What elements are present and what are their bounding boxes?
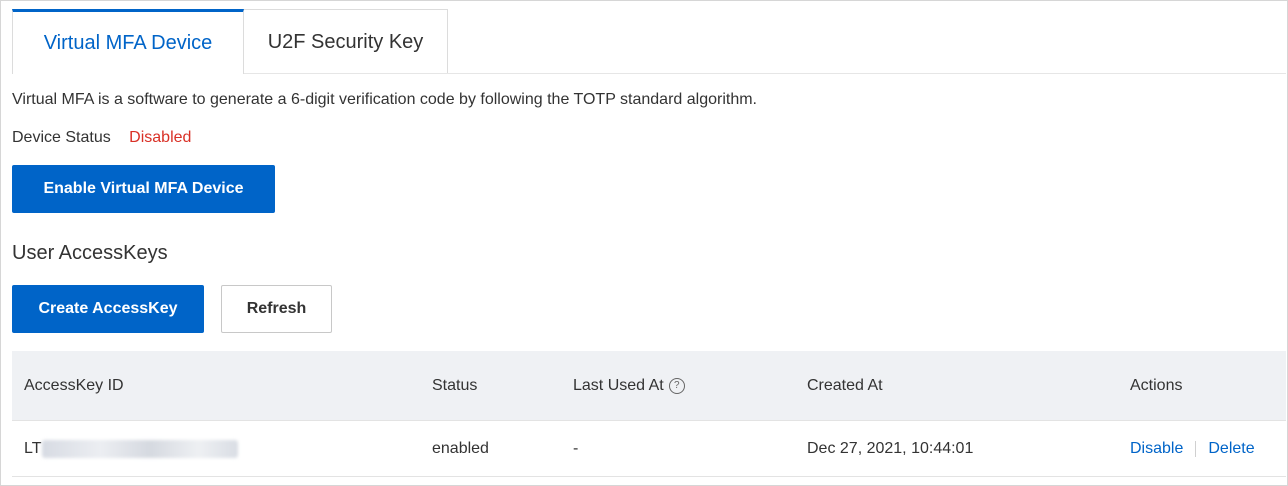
user-accesskeys-title: User AccessKeys [12,242,168,264]
accesskey-id-redacted [42,439,239,458]
actions-separator [1195,440,1197,457]
column-header-actions: Actions [1130,376,1183,394]
column-header-last-used-at: Last Used At ? [573,351,685,420]
column-header-created-at: Created At [807,376,883,394]
table-row: LT enabled - Dec 27, 2021, 10:44:01 Disa… [12,421,1286,477]
device-status-row: Device Status Disabled [12,129,191,147]
column-header-status: Status [432,376,478,394]
column-header-accesskey-id: AccessKey ID [24,376,124,394]
create-accesskey-button[interactable]: Create AccessKey [12,285,204,333]
mfa-description: Virtual MFA is a software to generate a … [12,91,757,108]
tab-virtual-mfa-device[interactable]: Virtual MFA Device [12,9,244,74]
accesskey-id-cell: LT [24,421,239,476]
disable-accesskey-link[interactable]: Disable [1130,440,1183,458]
accesskey-id-prefix: LT [24,439,42,457]
device-status-value: Disabled [129,129,192,146]
accesskey-status-cell: enabled [432,439,489,457]
enable-virtual-mfa-button[interactable]: Enable Virtual MFA Device [12,165,275,213]
column-header-last-used-label: Last Used At [573,376,664,394]
accesskeys-table: AccessKey ID Status Last Used At ? Creat… [12,351,1286,477]
question-circle-icon[interactable]: ? [668,377,685,394]
table-header: AccessKey ID Status Last Used At ? Creat… [12,351,1286,421]
accesskey-last-used-cell: - [573,439,579,457]
accesskey-actions-cell: Disable Delete [1130,421,1255,476]
refresh-button[interactable]: Refresh [221,285,332,333]
accesskey-created-at-cell: Dec 27, 2021, 10:44:01 [807,439,974,457]
delete-accesskey-link[interactable]: Delete [1208,440,1254,458]
device-status-label: Device Status [12,129,111,146]
tabs-divider [244,73,1286,74]
tab-u2f-security-key[interactable]: U2F Security Key [244,9,448,74]
mfa-tabs: Virtual MFA Device U2F Security Key [12,9,448,74]
